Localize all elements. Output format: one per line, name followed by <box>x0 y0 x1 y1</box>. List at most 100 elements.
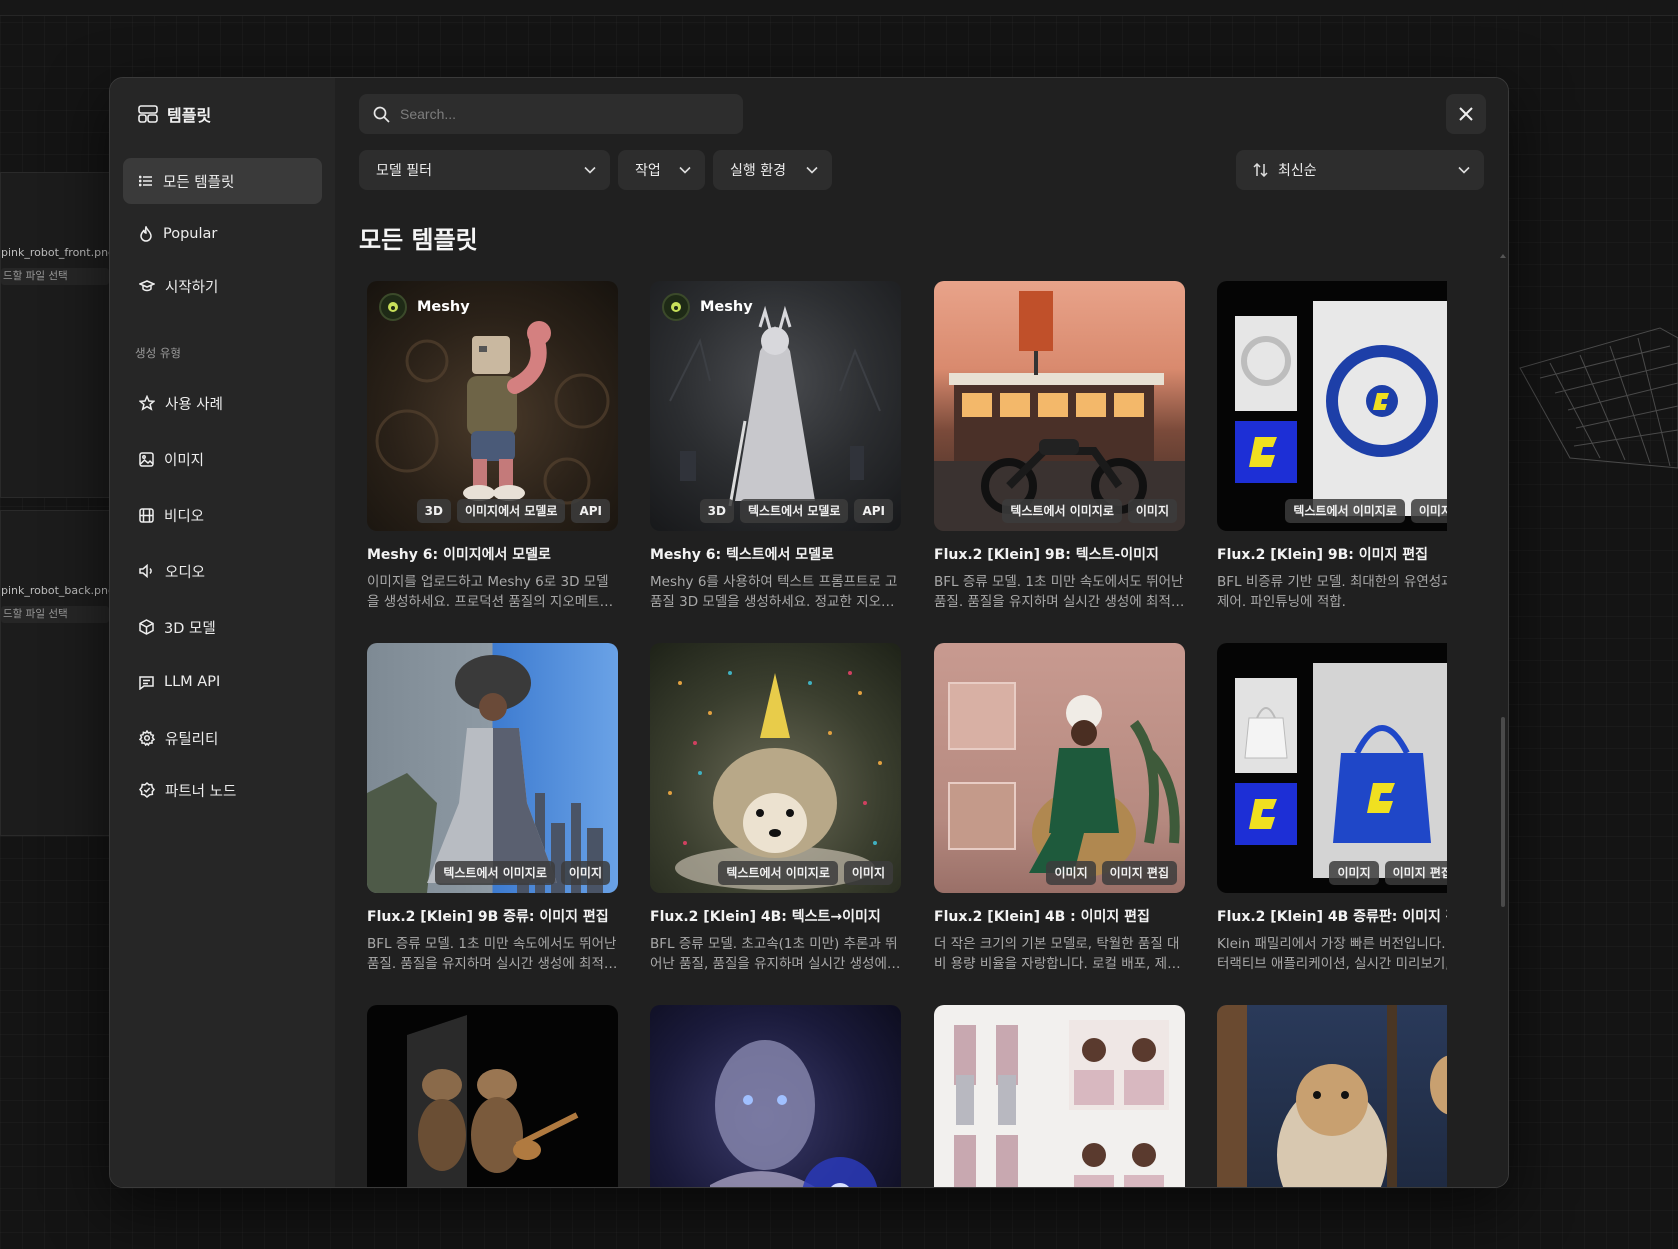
background-node: pink_robot_front.png 드할 파일 선택 <box>0 172 111 498</box>
tag: 이미지 편집 <box>1384 861 1447 885</box>
template-grid: Meshy 3D 이미지에서 모델로 API Meshy 6: 이미지에서 모델… <box>367 281 1447 1187</box>
flame-icon <box>140 226 152 242</box>
card-brand: Meshy <box>379 293 470 321</box>
search-input[interactable] <box>400 106 730 122</box>
sidebar-item-label: 오디오 <box>165 564 206 581</box>
card-thumbnail: 이미지 이미지 편집 <box>1217 643 1447 893</box>
node-filename: pink_robot_front.png <box>1 246 111 259</box>
sidebar-item-label: 파트너 노드 <box>165 783 237 800</box>
sidebar-item-getting-started[interactable]: 시작하기 <box>123 263 322 309</box>
card-description: Meshy 6를 사용하여 텍스트 프롬프트로 고품질 3D 모델을 생성하세요… <box>650 574 898 610</box>
main-panel: 모델 필터 작업 실행 환경 최신순 모든 템플릿 <box>335 78 1508 1187</box>
scrollbar[interactable] <box>1500 253 1506 1183</box>
template-card[interactable]: 텍스트에서 이미지로 이미지 Flux.2 [Klein] 9B 증류: 이미지… <box>367 643 618 974</box>
capybara-window-image <box>1217 1005 1447 1187</box>
runtime-filter-dropdown[interactable]: 실행 환경 <box>713 150 832 190</box>
template-card[interactable]: 텍스트에서 이미지로 이미지 Flux.2 [Klein] 9B: 이미지 편집… <box>1217 281 1447 612</box>
model-filter-dropdown[interactable]: 모델 필터 <box>359 150 610 190</box>
graduation-cap-icon <box>139 280 155 292</box>
card-title: Flux.2 [Klein] 4B: 텍스트→이미지 <box>650 909 881 925</box>
template-card[interactable] <box>1217 1005 1447 1187</box>
scroll-up-icon <box>1500 254 1506 258</box>
card-thumbnail: 이미지 이미지 편집 <box>934 643 1185 893</box>
sidebar-item-label: 사용 사례 <box>165 396 223 413</box>
sidebar-item-3d-model[interactable]: 3D 모델 <box>123 604 322 650</box>
tag: 이미지 <box>1410 499 1447 523</box>
tag: 텍스트에서 이미지로 <box>1285 499 1405 523</box>
tag: 이미지 <box>560 861 610 885</box>
page-title: 모든 템플릿 <box>359 226 478 254</box>
close-button[interactable] <box>1446 94 1486 134</box>
tag: 이미지 <box>1046 861 1096 885</box>
sort-label: 최신순 <box>1278 163 1317 179</box>
badge-icon <box>139 782 155 798</box>
tag: 이미지 <box>843 861 893 885</box>
template-card[interactable]: 이미지 이미지 편집 Flux.2 [Klein] 4B : 이미지 편집 더 … <box>934 643 1185 974</box>
card-thumbnail <box>650 1005 901 1187</box>
tag: 텍스트에서 이미지로 <box>1002 499 1122 523</box>
sort-icon <box>1253 163 1268 177</box>
card-tags: 이미지 이미지 편집 <box>1046 861 1177 885</box>
template-card[interactable]: Meshy 3D 이미지에서 모델로 API Meshy 6: 이미지에서 모델… <box>367 281 618 612</box>
film-icon <box>139 507 154 523</box>
card-title: Meshy 6: 텍스트에서 모델로 <box>650 547 834 563</box>
fashion-model-image <box>367 655 603 893</box>
sidebar-title: 템플릿 <box>167 106 212 125</box>
card-description: 이미지를 업로드하고 Meshy 6로 3D 모델을 생성하세요. 프로덕션 품… <box>367 574 613 610</box>
brand-name: Meshy <box>700 299 753 315</box>
chat-icon <box>139 675 154 690</box>
tag: 텍스트에서 이미지로 <box>435 861 555 885</box>
sidebar-item-llm-api[interactable]: LLM API <box>123 659 322 705</box>
card-tags: 텍스트에서 이미지로 이미지 <box>718 861 893 885</box>
sidebar-section-label: 생성 유형 <box>135 346 181 360</box>
tag: 이미지에서 모델로 <box>456 499 566 523</box>
card-description: BFL 증류 모델. 1초 미만 속도에서도 뛰어난 품질. 품질을 유지하며 … <box>367 936 617 972</box>
task-filter-dropdown[interactable]: 작업 <box>618 150 705 190</box>
search-box[interactable] <box>359 94 743 134</box>
woman-chair-image <box>948 682 1180 877</box>
scrollbar-thumb[interactable] <box>1501 717 1505 907</box>
sidebar-item-label: 3D 모델 <box>164 620 216 637</box>
card-title: Meshy 6: 이미지에서 모델로 <box>367 547 551 563</box>
card-title: Flux.2 [Klein] 9B: 이미지 편집 <box>1217 547 1429 563</box>
sidebar-item-video[interactable]: 비디오 <box>123 492 322 538</box>
meshy-logo-icon <box>379 293 407 321</box>
tag: API <box>854 499 893 523</box>
tag: 텍스트에서 모델로 <box>739 499 849 523</box>
card-brand: Meshy <box>662 293 753 321</box>
card-title: Flux.2 [Klein] 4B : 이미지 편집 <box>934 909 1150 925</box>
sidebar-item-audio[interactable]: 오디오 <box>123 548 322 594</box>
sidebar-item-all-templates[interactable]: 모든 템플릿 <box>123 158 322 204</box>
template-card[interactable]: Meshy 3D 텍스트에서 모델로 API Meshy 6: 텍스트에서 모델… <box>650 281 901 612</box>
card-title: Flux.2 [Klein] 4B 증류판: 이미지 편집 <box>1217 909 1447 925</box>
card-tags: 3D 이미지에서 모델로 API <box>416 499 610 523</box>
fashion-grid-image <box>954 1020 1169 1187</box>
template-card[interactable] <box>650 1005 901 1187</box>
3d-grid-plane <box>1519 327 1678 469</box>
template-card[interactable]: 이미지 이미지 편집 Flux.2 [Klein] 4B 증류판: 이미지 편집… <box>1217 643 1447 974</box>
sidebar-item-use-cases[interactable]: 사용 사례 <box>123 380 322 426</box>
tag: 텍스트에서 이미지로 <box>718 861 838 885</box>
template-card[interactable]: 텍스트에서 이미지로 이미지 Flux.2 [Klein] 4B: 텍스트→이미… <box>650 643 901 974</box>
card-thumbnail: Meshy 3D 텍스트에서 모델로 API <box>650 281 901 531</box>
sidebar-item-image[interactable]: 이미지 <box>123 436 322 482</box>
sidebar-item-label: 유틸리티 <box>165 731 219 748</box>
sidebar-item-label: LLM API <box>164 674 221 690</box>
search-icon <box>373 106 390 123</box>
sidebar-item-label: 이미지 <box>164 452 205 469</box>
sidebar-item-partner-nodes[interactable]: 파트너 노드 <box>123 767 322 813</box>
template-card[interactable] <box>934 1005 1185 1187</box>
sidebar-item-utility[interactable]: 유틸리티 <box>123 715 322 761</box>
diner-motorcycle-image <box>934 291 1185 531</box>
card-thumbnail: 텍스트에서 이미지로 이미지 <box>934 281 1185 531</box>
template-card[interactable]: 텍스트에서 이미지로 이미지 Flux.2 [Klein] 9B: 텍스트-이미… <box>934 281 1185 612</box>
template-card[interactable] <box>367 1005 618 1187</box>
sidebar-item-label: 비디오 <box>164 508 205 525</box>
sidebar-item-popular[interactable]: Popular <box>123 211 322 257</box>
chevron-down-icon <box>679 166 691 174</box>
templates-modal: 템플릿 모든 템플릿 Popular 시작하기 생성 유형 사용 사례 이미지 … <box>109 77 1509 1188</box>
sort-dropdown[interactable]: 최신순 <box>1236 150 1484 190</box>
card-thumbnail <box>934 1005 1185 1187</box>
card-tags: 3D 텍스트에서 모델로 API <box>699 499 893 523</box>
card-title: Flux.2 [Klein] 9B 증류: 이미지 편집 <box>367 909 609 925</box>
